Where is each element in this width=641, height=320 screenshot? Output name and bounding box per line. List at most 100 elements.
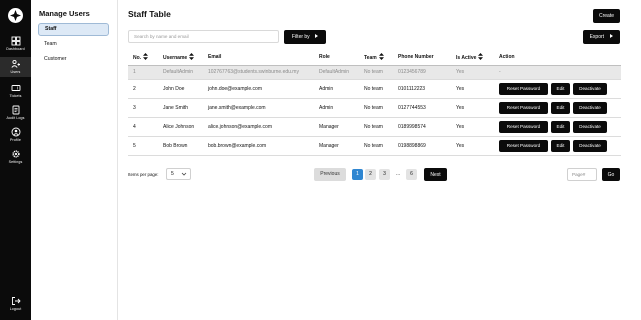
cell-team: No team xyxy=(359,136,393,156)
nav-label-users: Users xyxy=(10,70,21,74)
column-header-username[interactable]: Username xyxy=(158,50,203,66)
column-label: Phone Number xyxy=(398,54,434,61)
cell-active: Yes xyxy=(451,79,494,99)
cell-username: DefaultAdmin xyxy=(158,65,203,80)
column-header-active[interactable]: Is Active xyxy=(451,50,494,66)
table-row: 3 Jane Smith jane.smith@example.com Admi… xyxy=(128,98,621,118)
export-button[interactable]: Export xyxy=(583,30,620,44)
deactivate-button[interactable]: Deactivate xyxy=(573,139,607,152)
cell-active: Yes xyxy=(451,117,494,137)
ticket-icon xyxy=(11,85,20,91)
cell-active: Yes xyxy=(451,136,494,156)
filter-button[interactable]: Filter by xyxy=(284,30,326,44)
cell-no: 5 xyxy=(128,136,158,156)
nav-item-settings[interactable]: Settings xyxy=(0,149,31,165)
cell-phone: 0101112223 xyxy=(393,79,451,99)
previous-page-button[interactable]: Previous xyxy=(314,168,346,181)
cell-action: Reset Password Edit Deactivate xyxy=(494,79,621,99)
sidebar-item-staff[interactable]: Staff xyxy=(38,23,109,36)
deactivate-button[interactable]: Deactivate xyxy=(573,82,607,95)
sort-icon xyxy=(378,53,384,61)
create-button[interactable]: Create xyxy=(593,9,620,23)
cell-no: 1 xyxy=(128,65,158,80)
cell-email: bob.brown@example.com xyxy=(203,136,314,156)
sidebar-item-customer[interactable]: Customer xyxy=(38,53,109,66)
nav-item-profile[interactable]: Profile xyxy=(0,127,31,143)
cell-phone: 0198898869 xyxy=(393,136,451,156)
reset-password-button[interactable]: Reset Password xyxy=(499,120,548,133)
reset-password-button[interactable]: Reset Password xyxy=(499,101,548,114)
next-page-button[interactable]: Next xyxy=(424,168,447,181)
cell-action: Reset Password Edit Deactivate xyxy=(494,98,621,118)
cell-username: John Doe xyxy=(158,79,203,99)
column-label: No. xyxy=(133,55,142,62)
cell-team: No team xyxy=(359,65,393,80)
cell-phone: 0123456789 xyxy=(393,65,451,80)
items-per-page-select[interactable]: 5 xyxy=(166,168,191,180)
items-per-page-label: Items per page: xyxy=(128,172,159,177)
cell-no: 4 xyxy=(128,117,158,137)
table-row: 5 Bob Brown bob.brown@example.com Manage… xyxy=(128,136,621,156)
cell-username: Alice Johnson xyxy=(158,117,203,137)
cell-team: No team xyxy=(359,117,393,137)
caret-right-icon xyxy=(610,34,614,38)
nav-item-dashboard[interactable]: Dashboard xyxy=(0,36,31,52)
deactivate-button[interactable]: Deactivate xyxy=(573,120,607,133)
cell-phone: 0127744553 xyxy=(393,98,451,118)
nav-item-users[interactable]: Users xyxy=(0,57,31,77)
edit-button[interactable]: Edit xyxy=(551,82,570,95)
column-header-email: Email xyxy=(203,50,314,66)
edit-button[interactable]: Edit xyxy=(551,101,570,114)
column-label: Is Active xyxy=(456,55,477,62)
go-button[interactable]: Go xyxy=(602,168,620,181)
staff-table: No. Username Email Role Team Phone Numbe… xyxy=(128,50,621,156)
settings-icon xyxy=(11,150,20,158)
app-logo-icon xyxy=(8,8,23,23)
chevron-down-icon xyxy=(181,172,187,176)
reset-password-button[interactable]: Reset Password xyxy=(499,139,548,152)
page-button-3[interactable]: 3 xyxy=(379,169,390,180)
table-row: 1 DefaultAdmin 102767763@students.swinbu… xyxy=(128,65,621,80)
page-button-1[interactable]: 1 xyxy=(352,169,363,180)
deactivate-button[interactable]: Deactivate xyxy=(573,101,607,114)
caret-right-icon xyxy=(315,34,319,38)
cell-email: alice.johnson@example.com xyxy=(203,117,314,137)
column-label: Username xyxy=(163,55,188,62)
reset-password-button[interactable]: Reset Password xyxy=(499,82,548,95)
column-label: Email xyxy=(208,54,222,61)
dashboard-icon xyxy=(11,36,20,46)
sidebar-item-team[interactable]: Team xyxy=(38,38,109,51)
cell-active: Yes xyxy=(451,98,494,118)
page-ellipsis: ... xyxy=(396,171,401,177)
cell-role: Admin xyxy=(314,98,359,118)
nav-item-tickets[interactable]: Tickets xyxy=(0,83,31,99)
audit-log-icon xyxy=(12,105,19,115)
column-header-team[interactable]: Team xyxy=(359,50,393,66)
page-number-input[interactable] xyxy=(567,168,597,181)
page-button-2[interactable]: 2 xyxy=(365,169,376,180)
nav-item-audit-logs[interactable]: Audit Logs xyxy=(0,105,31,121)
cell-email: john.doe@example.com xyxy=(203,79,314,99)
sidebar-title: Manage Users xyxy=(39,9,90,18)
cell-email: 102767763@students.swinburne.edu.my xyxy=(203,65,314,80)
column-label: Action xyxy=(499,54,515,61)
column-header-phone: Phone Number xyxy=(393,50,451,66)
cell-phone: 0189998574 xyxy=(393,117,451,137)
table-header-row: No. Username Email Role Team Phone Numbe… xyxy=(128,50,621,66)
profile-icon xyxy=(11,127,20,137)
page-button-6[interactable]: 6 xyxy=(406,169,417,180)
sort-icon xyxy=(189,53,195,61)
cell-username: Bob Brown xyxy=(158,136,203,156)
edit-button[interactable]: Edit xyxy=(551,120,570,133)
search-input[interactable] xyxy=(128,30,279,43)
nav-rail: Dashboard Users Tickets Audit Logs Profi… xyxy=(0,0,31,320)
users-icon xyxy=(10,59,20,68)
nav-label-audit-logs: Audit Logs xyxy=(6,116,25,120)
cell-email: jane.smith@example.com xyxy=(203,98,314,118)
column-header-no[interactable]: No. xyxy=(128,50,158,66)
edit-button[interactable]: Edit xyxy=(551,139,570,152)
table-row: 2 John Doe john.doe@example.com Admin No… xyxy=(128,79,621,99)
logout-button[interactable]: Logout xyxy=(0,296,31,312)
cell-active: Yes xyxy=(451,65,494,80)
table-row: 4 Alice Johnson alice.johnson@example.co… xyxy=(128,117,621,137)
